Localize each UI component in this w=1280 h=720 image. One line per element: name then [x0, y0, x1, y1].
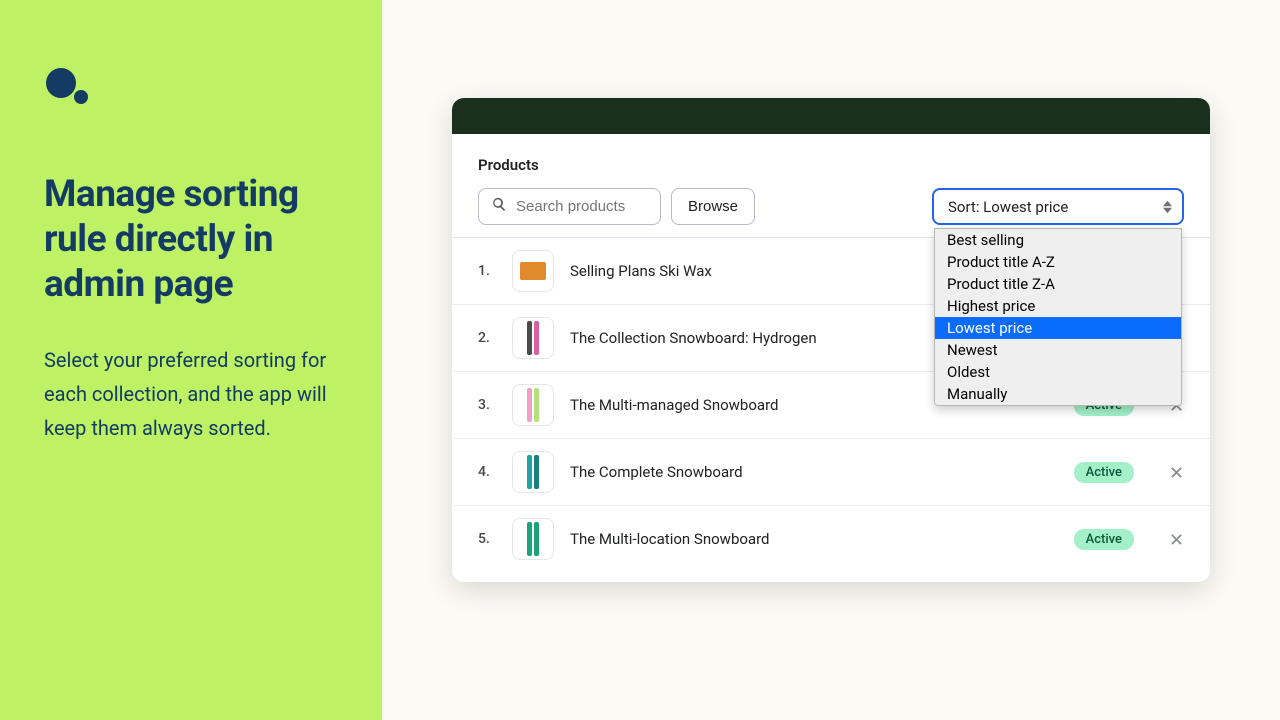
- row-index: 4.: [478, 464, 496, 480]
- sort-option[interactable]: Oldest: [935, 361, 1181, 383]
- row-index: 1.: [478, 263, 496, 279]
- remove-button[interactable]: [1168, 531, 1184, 547]
- sort-option[interactable]: Newest: [935, 339, 1181, 361]
- sort-select-label: Sort: Lowest price: [948, 198, 1068, 216]
- screenshot-area: Products Browse Sort: Lowest price: [382, 0, 1280, 720]
- window-titlebar: [452, 98, 1210, 134]
- sort-option[interactable]: Product title Z-A: [935, 273, 1181, 295]
- toolbar: Browse Sort: Lowest price Best sellingPr…: [478, 188, 1184, 225]
- marketing-sidebar: Manage sorting rule directly in admin pa…: [0, 0, 382, 720]
- row-index: 5.: [478, 531, 496, 547]
- status-badge: Active: [1074, 462, 1134, 483]
- product-thumb: [512, 451, 554, 493]
- subtext: Select your preferred sorting for each c…: [44, 343, 338, 445]
- section-title: Products: [478, 156, 1184, 174]
- sort-option[interactable]: Lowest price: [935, 317, 1181, 339]
- table-row[interactable]: 4. The Complete Snowboard Active: [452, 439, 1210, 506]
- search-input-wrap[interactable]: [478, 188, 661, 225]
- row-index: 2.: [478, 330, 496, 346]
- search-input[interactable]: [516, 198, 648, 215]
- headline: Manage sorting rule directly in admin pa…: [44, 172, 338, 307]
- product-thumb: [512, 384, 554, 426]
- sort-dropdown: Best sellingProduct title A-ZProduct tit…: [934, 228, 1182, 406]
- app-logo: [44, 68, 94, 108]
- remove-button[interactable]: [1168, 464, 1184, 480]
- browse-button[interactable]: Browse: [671, 188, 755, 225]
- sort-option[interactable]: Product title A-Z: [935, 251, 1181, 273]
- product-name: The Multi-location Snowboard: [570, 530, 1058, 548]
- sort-option[interactable]: Highest price: [935, 295, 1181, 317]
- product-thumb: [512, 518, 554, 560]
- product-thumb: [512, 317, 554, 359]
- row-index: 3.: [478, 397, 496, 413]
- sort-select[interactable]: Sort: Lowest price Best sellingProduct t…: [932, 188, 1184, 225]
- admin-window: Products Browse Sort: Lowest price: [452, 98, 1210, 582]
- product-thumb: [512, 250, 554, 292]
- table-row[interactable]: 5. The Multi-location Snowboard Active: [452, 506, 1210, 572]
- search-icon: [491, 196, 508, 217]
- status-badge: Active: [1074, 529, 1134, 550]
- sort-option[interactable]: Best selling: [935, 229, 1181, 251]
- chevron-updown-icon: [1163, 200, 1172, 213]
- product-name: The Complete Snowboard: [570, 463, 1058, 481]
- sort-option[interactable]: Manually: [935, 383, 1181, 405]
